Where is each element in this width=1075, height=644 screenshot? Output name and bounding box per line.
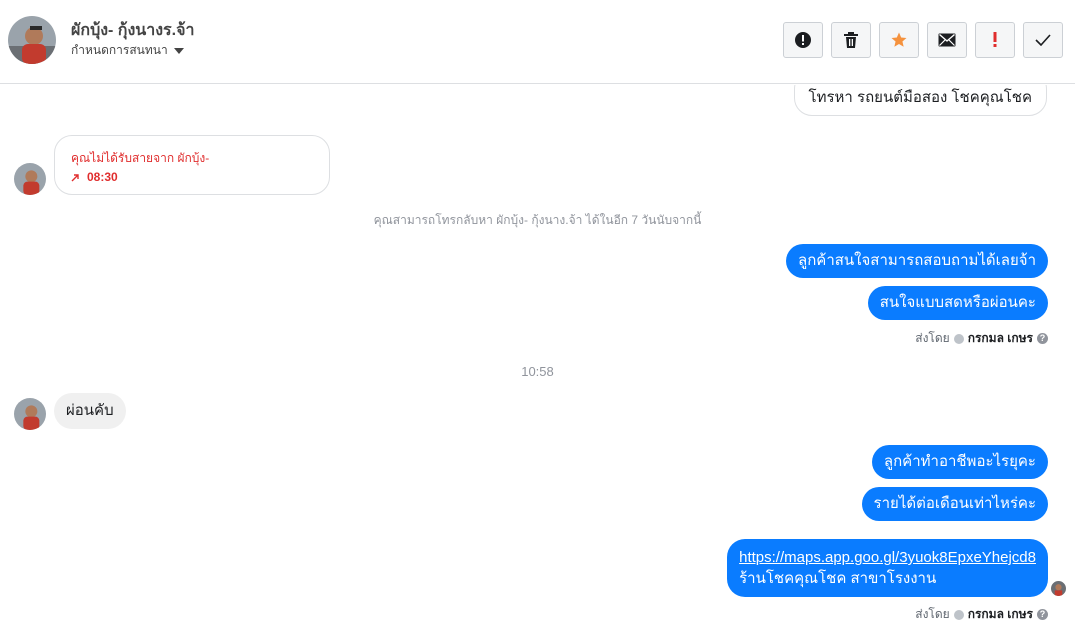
missed-call-time-text: 08:30: [87, 170, 118, 184]
missed-call-card[interactable]: คุณไม่ได้รับสายจาก ผักบุ้ง- 08:30: [54, 135, 330, 195]
message-text: ลูกค้าสนใจสามารถสอบถามได้เลยจ้า: [798, 252, 1036, 269]
alert-icon: [795, 32, 811, 48]
sent-by-label: ส่งโดย: [915, 331, 950, 345]
message-bubble-outgoing[interactable]: รายได้ต่อเดือนเท่าไหร่คะ: [861, 487, 1048, 521]
contact-avatar-small: [14, 163, 46, 195]
conversation-schedule-dropdown[interactable]: กำหนดการสนทนา: [71, 41, 184, 60]
check-icon: [1035, 34, 1051, 46]
callback-note: คุณสามารถโทรกลับหา ผักบุ้ง- กุ้งนาง.จ้า …: [373, 213, 702, 227]
report-spam-button[interactable]: [783, 22, 823, 58]
sent-by-label: ส่งโดย: [915, 607, 950, 621]
sent-by-name: กรกมล เกษร: [967, 331, 1033, 345]
message-text: รายได้ต่อเดือนเท่าไหร่คะ: [873, 495, 1036, 512]
agent-status-icon: [953, 609, 964, 620]
message-text: สนใจแบบสดหรือผ่อนคะ: [879, 294, 1036, 311]
sent-by-name: กรกมล เกษร: [967, 607, 1033, 621]
schedule-label: กำหนดการสนทนา: [71, 43, 168, 57]
help-icon[interactable]: ?: [1037, 333, 1048, 344]
header-actions: [783, 22, 1063, 58]
message-bubble-outgoing[interactable]: ลูกค้าสนใจสามารถสอบถามได้เลยจ้า: [786, 244, 1048, 278]
star-icon: [891, 32, 907, 47]
time-divider: 10:58: [521, 364, 554, 379]
message-text: ลูกค้าทำอาชีพอะไรยุคะ: [883, 453, 1036, 470]
sent-by-info: ส่งโดย กรกมล เกษร ?: [915, 605, 1048, 624]
conversation-header: ผักบุ้ง- กุ้งนางร.จ้า กำหนดการสนทนา: [0, 0, 1075, 84]
message-bubble-outgoing[interactable]: ลูกค้าทำอาชีพอะไรยุคะ: [871, 445, 1048, 479]
missed-call-time: 08:30: [71, 170, 118, 184]
message-bubble-link[interactable]: https://maps.app.goo.gl/3yuok8EpxeYhejcd…: [727, 539, 1048, 597]
mark-important-button[interactable]: [975, 22, 1015, 58]
caret-down-icon: [173, 47, 184, 54]
agent-status-icon: [953, 333, 964, 344]
message-text: โทรหา รถยนต์มือสอง โชคคุณโชค: [808, 89, 1032, 106]
star-button[interactable]: [879, 22, 919, 58]
mark-done-button[interactable]: [1023, 22, 1063, 58]
trash-icon: [844, 32, 858, 48]
message-bubble-outgoing[interactable]: สนใจแบบสดหรือผ่อนคะ: [867, 286, 1048, 320]
message-text: ร้านโชคคุณโชค สาขาโรงงาน: [739, 570, 937, 587]
seen-avatar: [1051, 581, 1066, 596]
contact-avatar[interactable]: [8, 16, 56, 64]
contact-avatar-small: [14, 398, 46, 430]
delete-button[interactable]: [831, 22, 871, 58]
message-bubble-partial: โทรหา รถยนต์มือสอง โชคคุณโชค: [793, 85, 1047, 116]
mark-unread-button[interactable]: [927, 22, 967, 58]
message-thread[interactable]: โทรหา รถยนต์มือสอง โชคคุณโชค คุณไม่ได้รั…: [0, 85, 1075, 644]
maps-link[interactable]: https://maps.app.goo.gl/3yuok8EpxeYhejcd…: [739, 549, 1036, 566]
missed-call-text: คุณไม่ได้รับสายจาก ผักบุ้ง-: [71, 151, 210, 165]
message-bubble-incoming[interactable]: ผ่อนคับ: [54, 393, 126, 429]
mail-icon: [938, 33, 956, 47]
contact-name: ผักบุ้ง- กุ้งนางร.จ้า: [71, 22, 195, 39]
help-icon[interactable]: ?: [1037, 609, 1048, 620]
missed-call-icon: [71, 174, 79, 182]
important-icon: [993, 32, 997, 47]
sent-by-info: ส่งโดย กรกมล เกษร ?: [915, 329, 1048, 348]
message-text: ผ่อนคับ: [66, 402, 114, 419]
